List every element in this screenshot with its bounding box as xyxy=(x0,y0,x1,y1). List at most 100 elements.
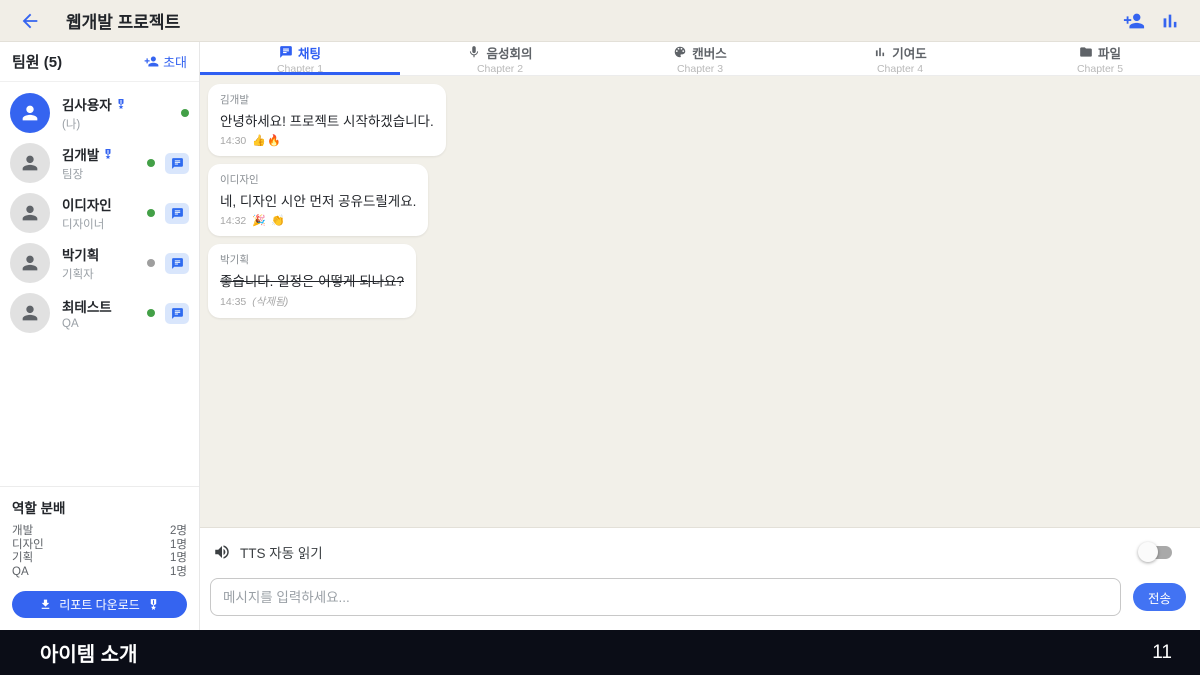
send-button[interactable]: 전송 xyxy=(1133,583,1186,611)
invite-label: 초대 xyxy=(163,52,187,71)
message-input[interactable] xyxy=(210,578,1121,616)
message-text: 안녕하세요! 프로젝트 시작하겠습니다. xyxy=(220,110,434,130)
chat-message-area: 김개발 안녕하세요! 프로젝트 시작하겠습니다. 14:30 👍🔥 이디자인 네… xyxy=(200,76,1200,527)
chat-icon xyxy=(171,207,184,220)
active-tab-indicator xyxy=(200,72,400,75)
download-icon xyxy=(39,598,52,611)
role-count-row: QA 1명 xyxy=(12,566,187,580)
tab-chapter: Chapter 2 xyxy=(477,63,523,75)
status-dot xyxy=(147,309,155,317)
role-label: 디자인 xyxy=(12,539,44,553)
avatar xyxy=(10,193,50,233)
back-button[interactable] xyxy=(16,7,44,35)
page-title: 웹개발 프로젝트 xyxy=(66,8,180,33)
member-row[interactable]: 김사용자 (나) xyxy=(0,88,199,138)
chat-message: 박기획 좋습니다. 일정은 어떻게 되나요? 14:35 (삭제됨) xyxy=(208,244,416,318)
person-icon xyxy=(19,152,41,174)
tab-label: 파일 xyxy=(1098,43,1121,62)
medal-icon xyxy=(115,98,127,110)
direct-message-button[interactable] xyxy=(165,303,189,324)
tts-toggle[interactable] xyxy=(1138,542,1174,562)
mic-icon xyxy=(467,45,481,59)
status-dot xyxy=(147,259,155,267)
member-name: 이디자인 xyxy=(62,194,112,214)
chat-message: 김개발 안녕하세요! 프로젝트 시작하겠습니다. 14:30 👍🔥 xyxy=(208,84,446,156)
member-role: 디자이너 xyxy=(62,216,112,232)
tab-chat[interactable]: 채팅 Chapter 1 xyxy=(200,42,400,75)
direct-message-button[interactable] xyxy=(165,203,189,224)
tts-row: TTS 자동 읽기 xyxy=(200,528,1200,576)
team-count-title: 팀원 (5) xyxy=(12,51,62,72)
role-count-row: 디자인 1명 xyxy=(12,539,187,553)
tab-chapter: Chapter 4 xyxy=(877,63,923,75)
back-arrow-icon xyxy=(19,10,41,32)
message-reactions: 🎉 👏 xyxy=(252,214,285,227)
avatar xyxy=(10,293,50,333)
app-bar: 웹개발 프로젝트 xyxy=(0,0,1200,42)
role-count-row: 기획 1명 xyxy=(12,552,187,566)
app-window: 웹개발 프로젝트 팀원 (5) 초대 김사용자 xyxy=(0,0,1200,675)
member-list: 김사용자 (나) 김개발 팀장 xyxy=(0,82,199,486)
message-reactions: 👍🔥 xyxy=(252,134,281,147)
status-dot xyxy=(147,159,155,167)
role-count: 1명 xyxy=(170,552,187,566)
message-time: 14:35 xyxy=(220,296,246,308)
report-download-button[interactable]: 리포트 다운로드 xyxy=(12,591,187,618)
role-count: 1명 xyxy=(170,539,187,553)
footer-section-label: 아이템 소개 xyxy=(40,638,138,667)
add-member-button[interactable] xyxy=(1120,7,1148,35)
member-name: 김사용자 xyxy=(62,94,112,114)
tts-auto-read-label: TTS 자동 읽기 xyxy=(240,542,323,562)
member-row[interactable]: 이디자인 디자이너 xyxy=(0,188,199,238)
composer-panel: TTS 자동 읽기 전송 xyxy=(200,527,1200,630)
person-icon xyxy=(19,102,41,124)
member-row[interactable]: 김개발 팀장 xyxy=(0,138,199,188)
invite-button[interactable]: 초대 xyxy=(144,52,187,71)
chat-icon xyxy=(171,257,184,270)
tab-bar-chart[interactable]: 기여도 Chapter 4 xyxy=(800,42,1000,75)
person-icon xyxy=(19,252,41,274)
tab-bar: 채팅 Chapter 1 음성회의 Chapter 2 캔버스 Chapter … xyxy=(200,42,1200,76)
role-count-row: 개발 2명 xyxy=(12,525,187,539)
footer-page-number: 11 xyxy=(1152,642,1172,664)
chat-icon xyxy=(171,307,184,320)
status-dot xyxy=(181,109,189,117)
team-sidebar: 팀원 (5) 초대 김사용자 (나) xyxy=(0,42,200,630)
message-time: 14:32 xyxy=(220,215,246,227)
person-add-icon xyxy=(1123,10,1145,32)
tab-label: 채팅 xyxy=(298,43,321,62)
member-row[interactable]: 최테스트 QA xyxy=(0,288,199,338)
tab-label: 기여도 xyxy=(892,43,927,62)
medal-icon xyxy=(147,598,160,611)
chat-message: 이디자인 네, 디자인 시안 먼저 공유드릴게요. 14:32 🎉 👏 xyxy=(208,164,428,236)
message-author: 김개발 xyxy=(220,92,434,107)
tab-mic[interactable]: 음성회의 Chapter 2 xyxy=(400,42,600,75)
role-count: 1명 xyxy=(170,566,187,580)
chat-icon xyxy=(171,157,184,170)
direct-message-button[interactable] xyxy=(165,153,189,174)
tab-folder[interactable]: 파일 Chapter 5 xyxy=(1000,42,1200,75)
folder-icon xyxy=(1079,45,1093,59)
tab-label: 캔버스 xyxy=(692,43,727,62)
member-role: 기획자 xyxy=(62,266,99,282)
role-label: 개발 xyxy=(12,525,33,539)
tab-label: 음성회의 xyxy=(486,43,532,62)
role-label: 기획 xyxy=(12,552,33,566)
message-author: 이디자인 xyxy=(220,172,416,187)
avatar xyxy=(10,93,50,133)
role-distribution-section: 역할 분배 개발 2명 디자인 1명 기획 1명 QA 1명 리포트 다운로드 xyxy=(0,486,199,630)
medal-icon xyxy=(102,148,114,160)
direct-message-button[interactable] xyxy=(165,253,189,274)
message-input-row: 전송 xyxy=(200,576,1200,630)
stats-button[interactable] xyxy=(1156,7,1184,35)
member-row[interactable]: 박기획 기획자 xyxy=(0,238,199,288)
tab-palette[interactable]: 캔버스 Chapter 3 xyxy=(600,42,800,75)
bar-chart-icon xyxy=(873,45,887,59)
member-name: 김개발 xyxy=(62,144,99,164)
member-role: 팀장 xyxy=(62,166,114,182)
avatar xyxy=(10,243,50,283)
person-add-icon xyxy=(144,54,159,69)
sidebar-header: 팀원 (5) 초대 xyxy=(0,42,199,82)
avatar xyxy=(10,143,50,183)
role-label: QA xyxy=(12,566,29,580)
